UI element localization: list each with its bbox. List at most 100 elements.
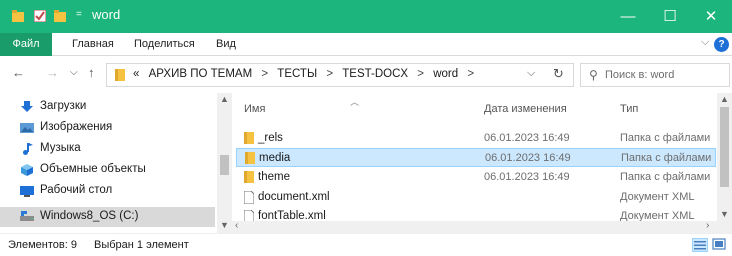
column-header-date[interactable]: Дата изменения bbox=[484, 103, 567, 115]
folder-icon[interactable] bbox=[12, 10, 24, 22]
scroll-down-icon[interactable]: ▼ bbox=[220, 220, 229, 230]
breadcrumb-separator[interactable]: > bbox=[326, 68, 333, 80]
breadcrumb-item[interactable]: ТЕСТЫ bbox=[277, 68, 317, 80]
file-name: fontTable.xml bbox=[258, 210, 326, 221]
file-row[interactable]: theme 06.01.2023 16:49 Папка с файлами bbox=[236, 168, 716, 187]
file-row[interactable]: _rels 06.01.2023 16:49 Папка с файлами bbox=[236, 129, 716, 148]
file-date: 06.01.2023 16:49 bbox=[484, 171, 570, 183]
navigation-pane: Загрузки Изображения Музыка Объемные объ… bbox=[0, 93, 232, 233]
search-box[interactable]: ⚲ bbox=[580, 63, 730, 87]
breadcrumb-separator[interactable]: > bbox=[417, 68, 424, 80]
ribbon-tabs: Файл Главная Поделиться Вид ⌵ ? bbox=[0, 33, 732, 56]
large-icons-view-button[interactable] bbox=[712, 238, 728, 252]
file-date: 06.01.2023 16:49 bbox=[485, 152, 571, 164]
maximize-button[interactable]: ☐ bbox=[647, 0, 693, 33]
search-icon: ⚲ bbox=[589, 68, 598, 82]
breadcrumb-overflow[interactable]: « bbox=[133, 68, 139, 80]
file-type: Документ XML bbox=[620, 210, 695, 221]
address-dropdown-icon[interactable]: ⌵ bbox=[527, 67, 535, 80]
breadcrumb-separator[interactable]: > bbox=[467, 68, 474, 80]
pictures-icon bbox=[20, 123, 34, 133]
large-icons-view-icon bbox=[712, 238, 726, 250]
file-type: Папка с файлами bbox=[620, 132, 711, 144]
breadcrumb-item[interactable]: word bbox=[433, 68, 458, 80]
tab-home[interactable]: Главная bbox=[72, 38, 114, 50]
nav-item-label: Рабочий стол bbox=[40, 184, 113, 196]
file-list-vertical-scrollbar[interactable]: ▲ ▼ bbox=[717, 93, 732, 221]
file-type: Документ XML bbox=[620, 191, 695, 203]
up-arrow-icon[interactable]: ↑ bbox=[88, 65, 95, 80]
item-count: Элементов: 9 bbox=[8, 239, 77, 251]
scroll-down-icon[interactable]: ▼ bbox=[720, 209, 729, 219]
folder-icon bbox=[115, 69, 125, 81]
folder-icon bbox=[244, 171, 254, 183]
scroll-thumb[interactable] bbox=[220, 155, 229, 175]
desktop-icon bbox=[20, 186, 34, 197]
recent-locations-chevron-icon[interactable]: ⌵ bbox=[70, 67, 78, 78]
file-name: theme bbox=[258, 171, 290, 183]
nav-item-3d-objects[interactable]: Объемные объекты bbox=[0, 160, 215, 180]
nav-item-label: Windows8_OS (C:) bbox=[40, 210, 139, 222]
help-icon[interactable]: ? bbox=[714, 37, 729, 52]
nav-pane-scrollbar[interactable]: ▲ ▼ bbox=[217, 93, 232, 233]
nav-item-desktop[interactable]: Рабочий стол bbox=[0, 181, 215, 201]
scroll-left-icon[interactable]: ‹ bbox=[235, 220, 238, 231]
file-list: ︿ Имя Дата изменения Тип _rels 06.01.202… bbox=[232, 93, 732, 233]
file-list-horizontal-scrollbar[interactable]: ‹ › bbox=[232, 220, 732, 233]
file-row[interactable]: document.xml Документ XML bbox=[236, 188, 716, 207]
search-input[interactable] bbox=[605, 67, 725, 83]
nav-item-pictures[interactable]: Изображения bbox=[0, 118, 215, 138]
minimize-button[interactable]: — bbox=[605, 0, 651, 33]
column-header-name[interactable]: Имя bbox=[244, 103, 265, 115]
quick-access-separator[interactable]: = bbox=[76, 9, 82, 20]
refresh-icon[interactable]: ↻ bbox=[553, 66, 564, 82]
breadcrumb: « АРХИВ ПО ТЕМАМ > ТЕСТЫ > TEST-DOCX > w… bbox=[133, 68, 480, 80]
nav-item-label: Музыка bbox=[40, 142, 81, 154]
file-type: Папка с файлами bbox=[621, 152, 712, 164]
forward-arrow-icon[interactable]: → bbox=[46, 65, 59, 80]
scroll-up-icon[interactable]: ▲ bbox=[220, 94, 229, 104]
file-type: Папка с файлами bbox=[620, 171, 711, 183]
details-view-button[interactable] bbox=[692, 238, 708, 252]
status-bar: Элементов: 9 Выбран 1 элемент bbox=[0, 233, 732, 256]
file-row[interactable]: media 06.01.2023 16:49 Папка с файлами bbox=[236, 148, 716, 167]
xml-file-icon bbox=[244, 210, 254, 221]
nav-item-label: Объемные объекты bbox=[40, 163, 146, 175]
tab-view[interactable]: Вид bbox=[216, 38, 236, 50]
column-header-type[interactable]: Тип bbox=[620, 103, 638, 115]
downloads-icon bbox=[21, 101, 33, 112]
nav-item-label: Загрузки bbox=[40, 100, 87, 112]
file-row[interactable]: fontTable.xml Документ XML bbox=[236, 207, 716, 221]
music-icon bbox=[23, 143, 33, 155]
nav-item-label: Изображения bbox=[40, 121, 113, 133]
scroll-up-icon[interactable]: ▲ bbox=[720, 94, 729, 104]
breadcrumb-separator[interactable]: > bbox=[261, 68, 268, 80]
expand-ribbon-button[interactable]: ⌵ bbox=[701, 36, 709, 49]
window-title: word bbox=[92, 7, 121, 22]
3d-objects-icon bbox=[21, 164, 33, 176]
details-view-icon bbox=[694, 241, 706, 250]
file-name: media bbox=[259, 152, 291, 164]
nav-item-downloads[interactable]: Загрузки bbox=[0, 97, 215, 117]
tab-share[interactable]: Поделиться bbox=[134, 38, 195, 50]
breadcrumb-item[interactable]: TEST-DOCX bbox=[342, 68, 408, 80]
nav-item-drive-c[interactable]: Windows8_OS (C:) bbox=[0, 207, 215, 227]
scroll-right-icon[interactable]: › bbox=[706, 220, 709, 231]
nav-item-music[interactable]: Музыка bbox=[0, 139, 215, 159]
file-date: 06.01.2023 16:49 bbox=[484, 132, 570, 144]
xml-file-icon bbox=[244, 191, 254, 204]
file-name: _rels bbox=[258, 132, 283, 144]
selection-count: Выбран 1 элемент bbox=[94, 239, 189, 251]
close-button[interactable]: ✕ bbox=[688, 0, 732, 33]
drive-icon bbox=[20, 211, 34, 221]
back-arrow-icon[interactable]: ← bbox=[12, 65, 25, 80]
address-bar[interactable]: « АРХИВ ПО ТЕМАМ > ТЕСТЫ > TEST-DOCX > w… bbox=[106, 63, 574, 87]
new-folder-icon[interactable] bbox=[54, 10, 66, 22]
folder-icon bbox=[245, 152, 255, 164]
title-bar: = word — ☐ ✕ bbox=[0, 0, 732, 33]
tab-file[interactable]: Файл bbox=[0, 33, 52, 56]
scroll-thumb[interactable] bbox=[720, 107, 729, 187]
file-name: document.xml bbox=[258, 191, 330, 203]
breadcrumb-item[interactable]: АРХИВ ПО ТЕМАМ bbox=[149, 68, 253, 80]
properties-check-icon[interactable] bbox=[34, 10, 46, 22]
